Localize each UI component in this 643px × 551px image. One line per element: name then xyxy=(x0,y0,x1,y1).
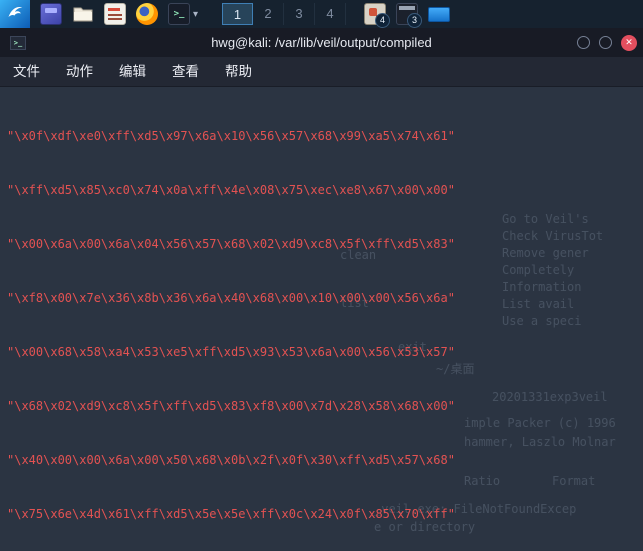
window-buttons: ✕ xyxy=(577,28,637,57)
tray-app-icon-2[interactable]: 3 xyxy=(396,3,423,28)
taskbar-tray: 4 3 xyxy=(364,3,451,28)
window-titlebar[interactable]: >_ hwg@kali: /var/lib/veil/output/compil… xyxy=(0,28,643,58)
workspace-4[interactable]: 4 xyxy=(315,3,347,25)
file-manager-icon[interactable] xyxy=(72,3,94,25)
menu-edit[interactable]: 编辑 xyxy=(106,57,159,86)
kali-menu-button[interactable] xyxy=(0,0,30,28)
workspace-3[interactable]: 3 xyxy=(284,3,316,25)
terminal-glyph-icon: >_ xyxy=(173,9,185,19)
editor-app-icon[interactable] xyxy=(40,3,62,25)
top-panel: >_ ▾ 1 2 3 4 4 3 xyxy=(0,0,643,28)
shellcode-line: "\xf8\x00\x7e\x36\x8b\x36\x6a\x40\x68\x0… xyxy=(7,291,455,305)
maximize-button[interactable] xyxy=(599,36,612,49)
tray-badge-1: 4 xyxy=(375,13,391,28)
shellcode-line: "\x00\x6a\x00\x6a\x04\x56\x57\x68\x02\xd… xyxy=(7,237,455,251)
minimize-button[interactable] xyxy=(577,36,590,49)
shellcode-line: "\x0f\xdf\xe0\xff\xd5\x97\x6a\x10\x56\x5… xyxy=(7,129,455,143)
terminal-screen[interactable]: clean list exit Go to Veil's Check Virus… xyxy=(0,86,643,551)
menu-view[interactable]: 查看 xyxy=(159,57,212,86)
workspace-switcher: 1 2 3 4 xyxy=(222,3,347,25)
terminal-output: "\x0f\xdf\xe0\xff\xd5\x97\x6a\x10\x56\x5… xyxy=(0,86,643,551)
firefox-icon[interactable] xyxy=(136,3,158,25)
menu-file[interactable]: 文件 xyxy=(0,57,53,86)
document-app-icon[interactable] xyxy=(104,3,126,25)
terminal-dropdown-icon[interactable]: ▾ xyxy=(193,9,198,20)
kali-dragon-icon xyxy=(6,4,24,25)
shellcode-line: "\xff\xd5\x85\xc0\x74\x0a\xff\x4e\x08\x7… xyxy=(7,183,455,197)
terminal-launcher-icon[interactable]: >_ xyxy=(168,3,190,25)
close-icon: ✕ xyxy=(625,37,633,48)
menu-actions[interactable]: 动作 xyxy=(53,57,106,86)
workspace-1[interactable]: 1 xyxy=(222,3,254,25)
window-title: hwg@kali: /var/lib/veil/output/compiled xyxy=(211,35,432,50)
workspace-2[interactable]: 2 xyxy=(253,3,285,25)
tray-app-icon-1[interactable]: 4 xyxy=(364,3,391,28)
menu-help[interactable]: 帮助 xyxy=(212,57,265,86)
tray-window-icon[interactable] xyxy=(428,6,451,22)
shellcode-line: "\x75\x6e\x4d\x61\xff\xd5\x5e\x5e\xff\x0… xyxy=(7,507,455,521)
window-terminal-icon: >_ xyxy=(10,35,26,50)
shellcode-line: "\x68\x02\xd9\xc8\x5f\xff\xd5\x83\xf8\x0… xyxy=(7,399,455,413)
shellcode-line: "\x00\x68\x58\xa4\x53\xe5\xff\xd5\x93\x5… xyxy=(7,345,455,359)
desktop: >_ ▾ 1 2 3 4 4 3 >_ hwg@kali: /var/lib/v… xyxy=(0,0,643,551)
tray-badge-2: 3 xyxy=(407,13,423,28)
close-button[interactable]: ✕ xyxy=(621,34,637,51)
shellcode-line: "\x40\x00\x00\x6a\x00\x50\x68\x0b\x2f\x0… xyxy=(7,453,455,467)
window-menubar: 文件 动作 编辑 查看 帮助 xyxy=(0,57,643,87)
